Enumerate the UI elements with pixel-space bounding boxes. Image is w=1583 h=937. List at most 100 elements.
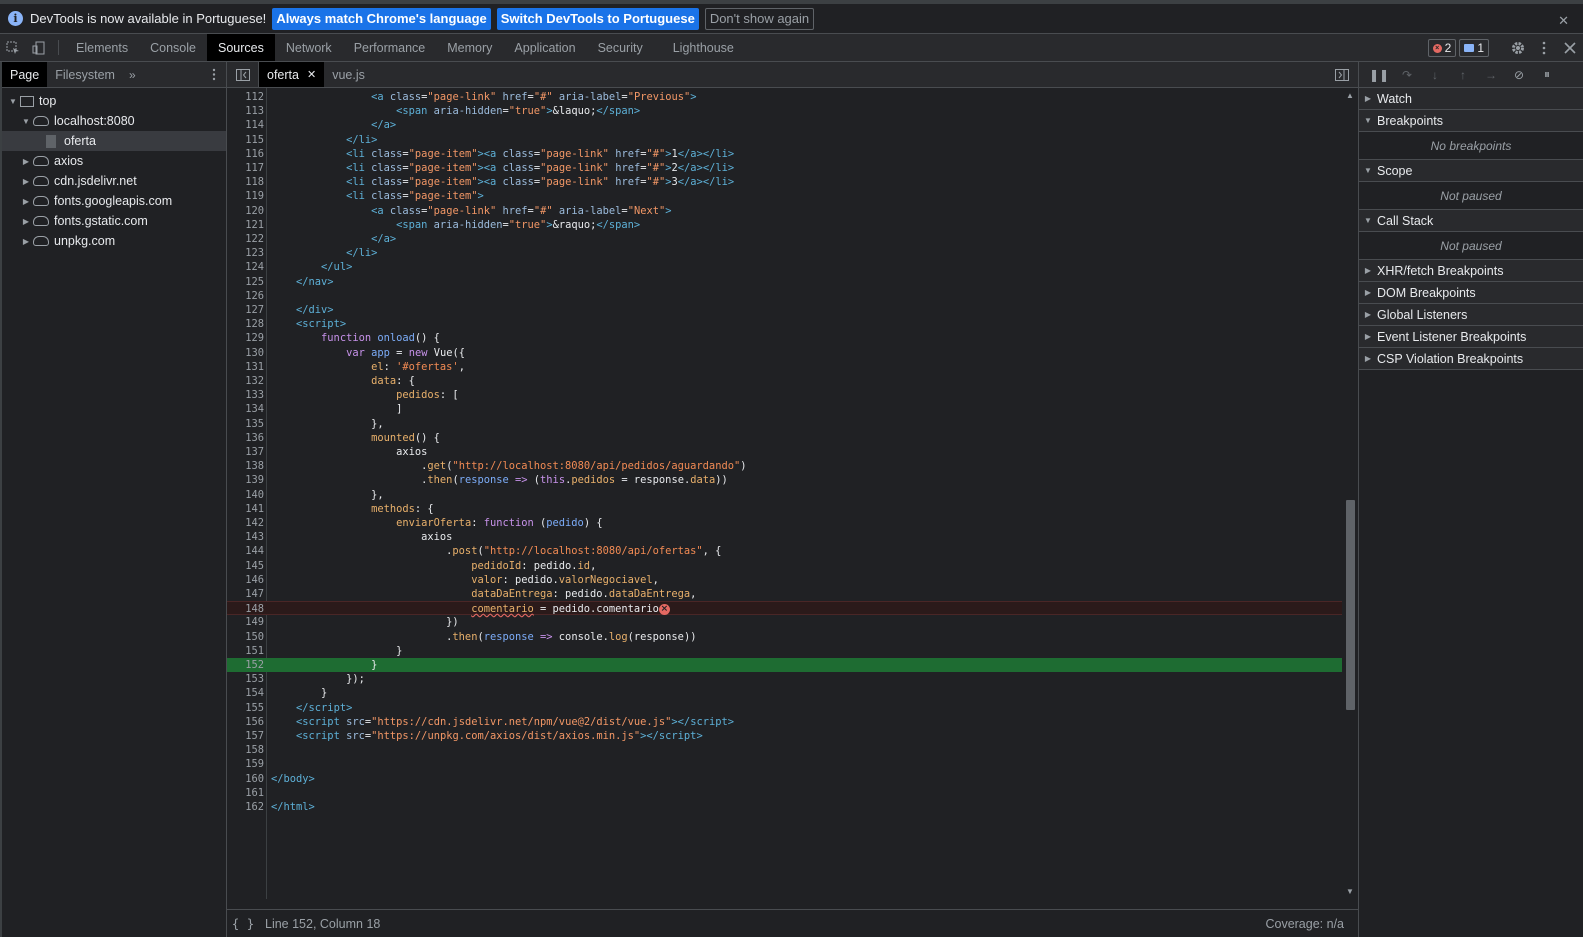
code-line[interactable]: 141 methods: { [227, 502, 1342, 516]
line-number[interactable]: 141 [227, 502, 264, 516]
collapsed-triangle-icon[interactable]: ▶ [21, 237, 31, 246]
tab-memory[interactable]: Memory [436, 34, 503, 61]
code-line[interactable]: 127 </div> [227, 303, 1342, 317]
code-line[interactable]: 137 axios [227, 445, 1342, 459]
line-number[interactable]: 153 [227, 672, 264, 686]
step-out-icon[interactable]: ↑ [1449, 68, 1477, 82]
collapsed-triangle-icon[interactable]: ▶ [21, 157, 31, 166]
dont-show-again-button[interactable]: Don't show again [704, 7, 815, 30]
close-icon[interactable]: ✕ [1558, 13, 1569, 29]
line-number[interactable]: 161 [227, 786, 264, 800]
code-line[interactable]: 159 [227, 757, 1342, 771]
step-into-icon[interactable]: ↓ [1421, 68, 1449, 82]
code-line[interactable]: 145 pedidoId: pedido.id, [227, 559, 1342, 573]
code-line[interactable]: 155 </script> [227, 701, 1342, 715]
collapsed-triangle-icon[interactable]: ▶ [1363, 332, 1373, 341]
line-number[interactable]: 120 [227, 204, 264, 218]
line-number[interactable]: 140 [227, 488, 264, 502]
line-number[interactable]: 147 [227, 587, 264, 601]
line-number[interactable]: 115 [227, 133, 264, 147]
code-line[interactable]: 116 <li class="page-item"><a class="page… [227, 147, 1342, 161]
line-number[interactable]: 148 [227, 602, 264, 616]
line-number[interactable]: 130 [227, 346, 264, 360]
pane-header[interactable]: ▶ DOM Breakpoints [1359, 282, 1583, 304]
deactivate-breakpoints-icon[interactable]: ⊘ [1505, 68, 1533, 82]
line-number[interactable]: 121 [227, 218, 264, 232]
line-number[interactable]: 132 [227, 374, 264, 388]
line-number[interactable]: 135 [227, 417, 264, 431]
code-line[interactable]: 123 </li> [227, 246, 1342, 260]
line-number[interactable]: 149 [227, 615, 264, 629]
tab-network[interactable]: Network [275, 34, 343, 61]
gear-icon[interactable] [1505, 41, 1531, 55]
code-line[interactable]: 126 [227, 289, 1342, 303]
tree-item[interactable]: ▶ unpkg.com [2, 231, 226, 251]
current-execution-line[interactable]: 152 } [227, 658, 1342, 673]
code-view[interactable]: 112 <a class="page-link" href="#" aria-l… [227, 88, 1342, 899]
pane-header[interactable]: ▶ Global Listeners [1359, 304, 1583, 326]
tab-performance[interactable]: Performance [343, 34, 437, 61]
message-count-badge[interactable]: 1 [1459, 39, 1489, 57]
code-line[interactable]: 131 el: '#ofertas', [227, 360, 1342, 374]
pane-header[interactable]: ▼ Call Stack [1359, 210, 1583, 232]
code-line[interactable]: 122 </a> [227, 232, 1342, 246]
code-line[interactable]: 143 axios [227, 530, 1342, 544]
code-line[interactable]: 140 }, [227, 488, 1342, 502]
line-number[interactable]: 158 [227, 743, 264, 757]
pane-header[interactable]: ▼ Breakpoints [1359, 110, 1583, 132]
code-line[interactable]: 134 ] [227, 402, 1342, 416]
line-number[interactable]: 160 [227, 772, 264, 786]
code-line[interactable]: 112 <a class="page-link" href="#" aria-l… [227, 90, 1342, 104]
code-line[interactable]: 147 dataDaEntrega: pedido.dataDaEntrega, [227, 587, 1342, 601]
collapsed-triangle-icon[interactable]: ▶ [1363, 94, 1373, 103]
code-line[interactable]: 150 .then(response => console.log(respon… [227, 630, 1342, 644]
line-number[interactable]: 162 [227, 800, 264, 814]
step-over-icon[interactable]: ↷ [1393, 68, 1421, 82]
code-line[interactable]: 135 }, [227, 417, 1342, 431]
more-tabs-icon[interactable]: » [123, 62, 142, 87]
line-number[interactable]: 144 [227, 544, 264, 558]
code-line[interactable]: 117 <li class="page-item"><a class="page… [227, 161, 1342, 175]
line-number[interactable]: 134 [227, 402, 264, 416]
expanded-triangle-icon[interactable]: ▼ [1363, 116, 1373, 125]
code-line[interactable]: 113 <span aria-hidden="true">&laquo;</sp… [227, 104, 1342, 118]
tab-console[interactable]: Console [139, 34, 207, 61]
scroll-down-icon[interactable]: ▼ [1346, 887, 1354, 896]
code-line[interactable]: 151 } [227, 644, 1342, 658]
pause-on-exceptions-icon[interactable]: ⏸ [1533, 67, 1561, 82]
line-number[interactable]: 136 [227, 431, 264, 445]
always-match-language-button[interactable]: Always match Chrome's language [272, 7, 491, 30]
line-number[interactable]: 139 [227, 473, 264, 487]
toggle-navigator-icon[interactable] [227, 62, 259, 87]
collapsed-triangle-icon[interactable]: ▶ [21, 177, 31, 186]
vertical-scrollbar[interactable]: ▲ ▼ [1342, 88, 1358, 899]
line-number[interactable]: 143 [227, 530, 264, 544]
line-number[interactable]: 124 [227, 260, 264, 274]
code-line[interactable]: 161 [227, 786, 1342, 800]
error-count-badge[interactable]: × 2 [1427, 39, 1457, 57]
line-number[interactable]: 119 [227, 189, 264, 203]
tree-item[interactable]: ▶ axios [2, 151, 226, 171]
editor-tab-oferta[interactable]: oferta ✕ [259, 62, 325, 87]
expanded-triangle-icon[interactable]: ▼ [1363, 216, 1373, 225]
code-line[interactable]: 118 <li class="page-item"><a class="page… [227, 175, 1342, 189]
tree-item[interactable]: ▼ localhost:8080 [2, 111, 226, 131]
line-number[interactable]: 152 [227, 658, 264, 672]
device-toolbar-icon[interactable] [26, 34, 52, 61]
toggle-debugger-icon[interactable] [1326, 62, 1358, 87]
tree-item[interactable]: oferta [2, 131, 226, 151]
tree-item[interactable]: ▶ fonts.googleapis.com [2, 191, 226, 211]
code-line[interactable]: 154 } [227, 686, 1342, 700]
code-line[interactable]: 153 }); [227, 672, 1342, 686]
code-line[interactable]: 130 var app = new Vue({ [227, 346, 1342, 360]
close-tab-icon[interactable]: ✕ [307, 68, 316, 81]
tab-page[interactable]: Page [2, 62, 48, 87]
tab-security[interactable]: Security [587, 34, 654, 61]
code-line[interactable]: 149 }) [227, 615, 1342, 629]
line-number[interactable]: 128 [227, 317, 264, 331]
line-number[interactable]: 118 [227, 175, 264, 189]
code-line[interactable]: 129 function onload() { [227, 331, 1342, 345]
inspect-element-icon[interactable] [0, 34, 26, 61]
line-number[interactable]: 151 [227, 644, 264, 658]
expanded-triangle-icon[interactable]: ▼ [1363, 166, 1373, 175]
